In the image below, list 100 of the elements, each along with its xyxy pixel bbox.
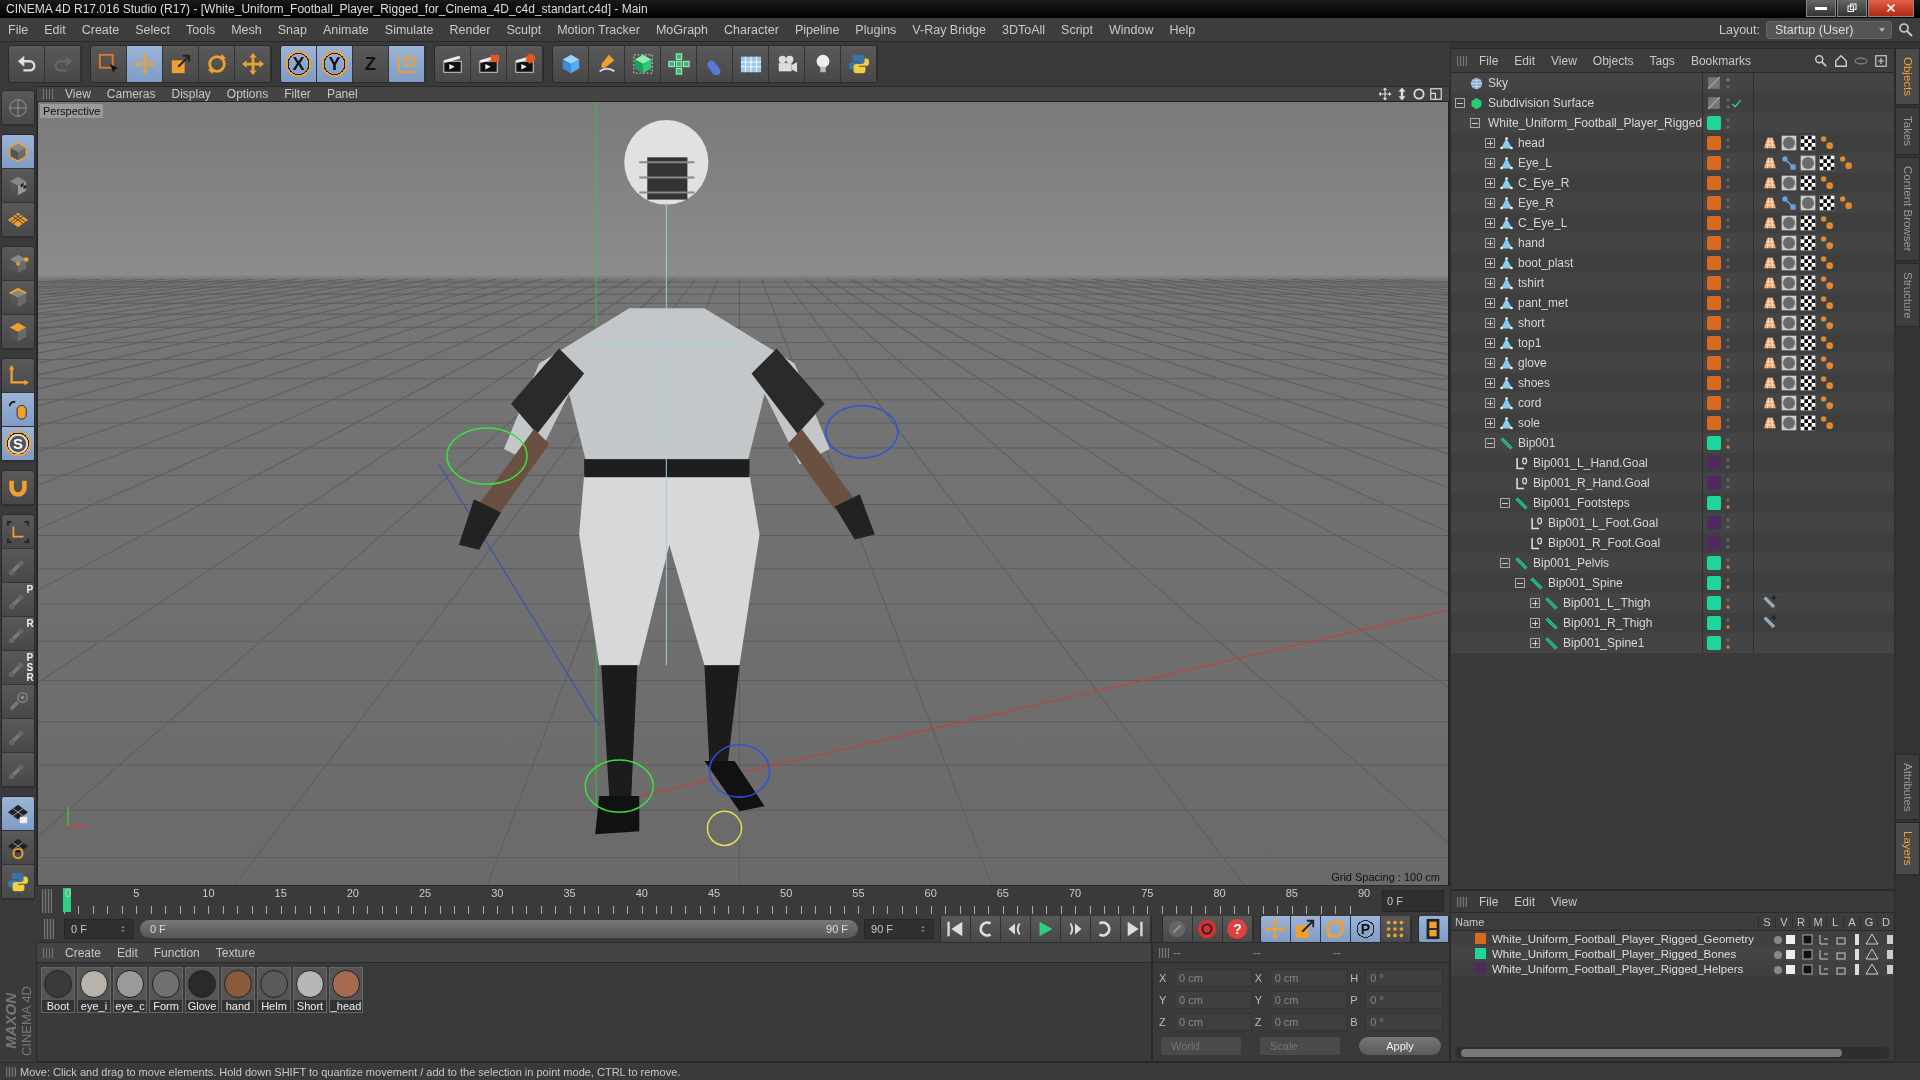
panel-tab[interactable]: Layers xyxy=(1895,822,1920,875)
subdivision-cube-button[interactable] xyxy=(625,46,661,82)
layer-color-icon[interactable] xyxy=(1707,276,1721,290)
camera-button[interactable] xyxy=(769,46,805,82)
scale-button[interactable] xyxy=(163,46,199,82)
panel-grip-icon[interactable] xyxy=(1159,947,1169,958)
panel-tab[interactable]: Attributes xyxy=(1895,753,1920,821)
expand-toggle-icon[interactable] xyxy=(1485,158,1495,168)
menu-item[interactable]: Character xyxy=(716,22,787,37)
object-name[interactable]: Eye_L xyxy=(1518,156,1553,170)
expand-toggle-icon[interactable] xyxy=(1485,298,1495,308)
menu-item[interactable]: Plugins xyxy=(847,22,905,37)
object-name[interactable]: shoes xyxy=(1518,376,1551,390)
pen-button[interactable] xyxy=(589,46,625,82)
layout-dropdown[interactable]: Startup (User) xyxy=(1766,20,1892,39)
menu-item[interactable]: V-Ray Bridge xyxy=(904,22,994,37)
layer-color-icon[interactable] xyxy=(1707,316,1721,330)
help-button[interactable]: ? xyxy=(1223,916,1253,942)
menu-item[interactable]: Motion Tracker xyxy=(549,22,648,37)
objects-menu-item[interactable]: View xyxy=(1543,53,1585,68)
menu-item[interactable]: Script xyxy=(1053,22,1102,37)
material-thumbnail[interactable]: Boot xyxy=(41,967,75,1013)
loop-forward-button[interactable] xyxy=(1091,916,1121,942)
expand-toggle-icon[interactable] xyxy=(1530,598,1540,608)
material-thumbnail[interactable]: eye_i xyxy=(77,967,111,1013)
object-name[interactable]: C_Eye_L xyxy=(1518,216,1568,230)
material-thumbnail[interactable]: hand xyxy=(221,967,255,1013)
expand-toggle-icon[interactable] xyxy=(1500,498,1510,508)
playhead-marker[interactable] xyxy=(63,888,71,912)
objects-menu-item[interactable]: File xyxy=(1471,53,1507,68)
expand-toggle-icon[interactable] xyxy=(1485,418,1495,428)
axis-button[interactable]: Y xyxy=(317,46,353,82)
menu-item[interactable]: Create xyxy=(73,22,128,37)
object-name[interactable]: sole xyxy=(1518,416,1540,430)
clapperboard-gear-button[interactable] xyxy=(507,46,543,82)
cube-face-button[interactable] xyxy=(2,315,34,349)
object-name[interactable]: Bip001_L_Thigh xyxy=(1563,596,1651,610)
magnet-button[interactable] xyxy=(2,471,34,505)
floor-grid-button[interactable] xyxy=(733,46,769,82)
panel-grip-icon[interactable] xyxy=(6,1066,16,1077)
viewport-menu-item[interactable]: Cameras xyxy=(98,87,164,101)
menu-item[interactable]: Sculpt xyxy=(498,22,550,37)
column-header[interactable]: A xyxy=(1843,915,1860,928)
expand-toggle-icon[interactable] xyxy=(1485,338,1495,348)
viewport-menu-item[interactable]: Filter xyxy=(276,87,319,101)
move-button[interactable] xyxy=(127,46,163,82)
loop-back-button[interactable] xyxy=(971,916,1001,942)
material-menu-item[interactable]: Edit xyxy=(109,945,146,960)
clapperboard-button[interactable] xyxy=(435,46,471,82)
object-name[interactable]: Bip001_Footsteps xyxy=(1533,496,1630,510)
menu-item[interactable]: Help xyxy=(1161,22,1204,37)
light-bulb-button[interactable] xyxy=(805,46,841,82)
key-param-button[interactable]: P xyxy=(1351,916,1381,942)
layer-color-icon[interactable] xyxy=(1707,536,1721,550)
layer-color-icon[interactable] xyxy=(1707,396,1721,410)
object-name[interactable]: Bip001_Pelvis xyxy=(1533,556,1610,570)
objects-menu-item[interactable]: Objects xyxy=(1584,53,1642,68)
menu-item[interactable]: Edit xyxy=(36,22,74,37)
menu-item[interactable]: Pipeline xyxy=(786,22,848,37)
layer-color-icon[interactable] xyxy=(1475,933,1486,944)
object-name[interactable]: Bip001_R_Foot.Goal xyxy=(1548,536,1661,550)
expand-toggle-icon[interactable] xyxy=(1485,198,1495,208)
object-name[interactable]: Eye_R xyxy=(1518,196,1555,210)
material-thumbnail[interactable]: Helm xyxy=(257,967,291,1013)
selection-button[interactable] xyxy=(91,46,127,82)
close-button[interactable] xyxy=(1868,0,1914,17)
menu-item[interactable]: MoGraph xyxy=(647,22,716,37)
python-button[interactable] xyxy=(2,865,34,899)
menu-item[interactable]: Tools xyxy=(178,22,224,37)
object-name[interactable]: Subdivision Surface xyxy=(1488,96,1595,110)
checker-cube-button[interactable] xyxy=(2,169,34,203)
cube-button[interactable] xyxy=(553,46,589,82)
panel-tab[interactable]: Content Browser xyxy=(1895,157,1920,261)
layer-color-icon[interactable] xyxy=(1475,963,1486,974)
material-thumbnail[interactable]: Short xyxy=(293,967,327,1013)
layer-color-icon[interactable] xyxy=(1707,216,1721,230)
minimize-button[interactable] xyxy=(1806,0,1836,17)
joint-tool-button[interactable] xyxy=(2,719,34,753)
record-button[interactable] xyxy=(1193,916,1223,942)
object-name[interactable]: Sky xyxy=(1488,76,1508,90)
joint-tool-button[interactable] xyxy=(2,549,34,583)
cloner-button[interactable] xyxy=(661,46,697,82)
viewport-menu-item[interactable]: Display xyxy=(163,87,219,101)
object-name[interactable]: top1 xyxy=(1518,336,1542,350)
menu-item[interactable]: File xyxy=(0,22,37,37)
object-name[interactable]: Bip001_R_Thigh xyxy=(1563,616,1653,630)
joint-tool-button[interactable]: PSR xyxy=(2,651,34,685)
layers-menu-item[interactable]: View xyxy=(1543,894,1585,909)
viewport-canvas[interactable]: Perspective Grid Spacing : 100 cm xyxy=(37,101,1449,885)
objects-menu-item[interactable]: Bookmarks xyxy=(1682,53,1759,68)
material-menu-item[interactable]: Texture xyxy=(207,945,264,960)
play-button[interactable] xyxy=(1031,916,1061,942)
layer-color-icon[interactable] xyxy=(1707,136,1721,150)
object-name[interactable]: C_Eye_R xyxy=(1518,176,1570,190)
grid-rotate-button[interactable] xyxy=(2,831,34,865)
panel-tab[interactable]: Takes xyxy=(1895,107,1920,156)
expand-toggle-icon[interactable] xyxy=(1515,578,1525,588)
clapperboard-play-button[interactable] xyxy=(471,46,507,82)
layer-color-icon[interactable] xyxy=(1707,176,1721,190)
expand-toggle-icon[interactable] xyxy=(1455,98,1465,108)
